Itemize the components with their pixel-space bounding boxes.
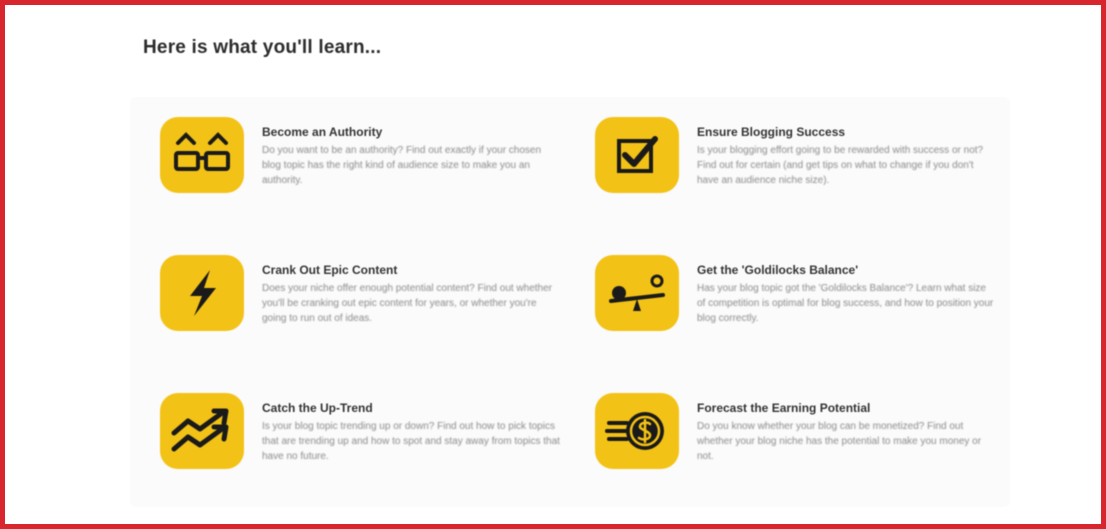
feature-description: Has your blog topic got the 'Goldilocks … <box>697 283 994 324</box>
feature-description: Do you know whether your blog can be mon… <box>697 421 982 462</box>
feature-title: Get the 'Goldilocks Balance' <box>697 263 859 277</box>
feature-title: Catch the Up-Trend <box>262 401 373 415</box>
feature-catch-the-up-trend: Catch the Up-Trend Is your blog topic tr… <box>160 393 560 513</box>
feature-title: Become an Authority <box>262 125 383 139</box>
feature-title: Crank Out Epic Content <box>262 263 398 277</box>
features-panel: Become an Authority Do you want to be an… <box>130 97 1010 507</box>
seesaw-icon <box>595 255 679 331</box>
checkbox-icon <box>595 117 679 193</box>
feature-become-authority: Become an Authority Do you want to be an… <box>160 117 541 237</box>
red-border-frame: Here is what you'll learn... Become an A… <box>0 0 1106 529</box>
feature-title: Forecast the Earning Potential <box>697 401 871 415</box>
feature-description: Is your blogging effort going to be rewa… <box>697 145 984 186</box>
lightning-icon <box>160 255 244 331</box>
feature-description: Does your niche offer enough potential c… <box>262 283 553 324</box>
feature-description: Is your blog topic trending up or down? … <box>262 421 560 462</box>
coin-icon <box>595 393 679 469</box>
feature-goldilocks-balance: Get the 'Goldilocks Balance' Has your bl… <box>595 255 993 375</box>
glasses-icon <box>160 117 244 193</box>
feature-description: Do you want to be an authority? Find out… <box>262 145 542 186</box>
page-heading: Here is what you'll learn... <box>143 37 382 58</box>
feature-ensure-blogging-success: Ensure Blogging Success Is your blogging… <box>595 117 983 237</box>
trend-arrows-icon <box>160 393 244 469</box>
feature-title: Ensure Blogging Success <box>697 125 846 139</box>
feature-forecast-earning-potential: Forecast the Earning Potential Do you kn… <box>595 393 981 513</box>
feature-crank-out-epic-content: Crank Out Epic Content Does your niche o… <box>160 255 552 375</box>
